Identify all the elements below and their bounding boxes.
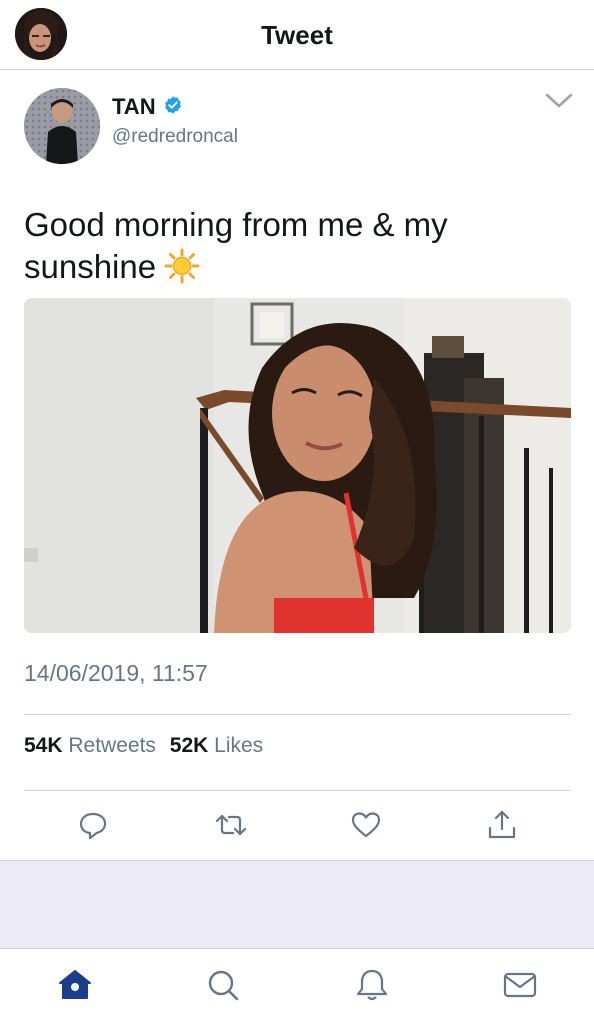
verified-badge-icon	[165, 96, 181, 114]
retweets-label: Retweets	[68, 734, 156, 757]
divider	[24, 714, 571, 715]
top-bar: Tweet	[0, 0, 594, 70]
likes-label: Likes	[214, 734, 264, 757]
messages-icon[interactable]	[502, 967, 538, 1003]
author-handle[interactable]: @redredroncal	[112, 126, 238, 148]
empty-replies-area	[0, 860, 594, 948]
tweet-timestamp: 14/06/2019, 11:57	[24, 660, 208, 686]
tweet-stats: 54K Retweets 52K Likes	[24, 734, 263, 758]
tweet-photo[interactable]	[24, 298, 571, 633]
author-avatar[interactable]	[24, 88, 100, 164]
like-icon[interactable]	[351, 808, 381, 842]
likes-count: 52K	[169, 734, 209, 757]
bottom-tab-bar	[0, 948, 594, 1024]
retweet-icon[interactable]	[214, 808, 248, 842]
search-icon[interactable]	[205, 967, 241, 1003]
likes-stat[interactable]: 52K Likes	[170, 734, 263, 757]
notifications-icon[interactable]	[354, 967, 390, 1003]
page-title: Tweet	[261, 20, 333, 50]
tweet-text-content: Good morning from me & my sunshine	[24, 206, 448, 285]
reply-icon[interactable]	[78, 808, 108, 842]
sun-emoji-icon	[164, 248, 200, 284]
retweets-stat[interactable]: 54K Retweets	[24, 734, 156, 757]
author-name[interactable]: TAN	[112, 94, 156, 120]
chevron-down-icon[interactable]	[544, 90, 574, 112]
share-icon[interactable]	[487, 808, 517, 842]
retweets-count: 54K	[24, 734, 63, 757]
home-icon[interactable]	[57, 967, 93, 1003]
tweet-text: Good morning from me & my sunshine	[24, 204, 564, 288]
tweet-actions	[0, 808, 594, 848]
divider	[24, 790, 571, 791]
